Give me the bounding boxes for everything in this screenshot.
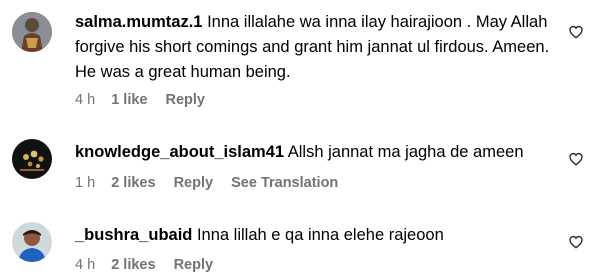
comment-username[interactable]: knowledge_about_islam41 [75,143,284,161]
reply-button[interactable]: Reply [174,174,214,192]
comment-meta: 1 h 2 likes Reply See Translation [75,174,352,192]
comment-text: salma.mumtaz.1 Inna illalahe wa inna ila… [75,10,555,85]
comment-time: 1 h [75,175,96,191]
likes-count[interactable]: 2 likes [111,174,155,192]
heart-icon[interactable] [568,24,584,40]
likes-count[interactable]: 2 likes [111,256,155,274]
comment-text: knowledge_about_islam41 Allsh jannat ma … [75,140,555,165]
comment-time: 4 h [75,257,96,273]
avatar[interactable] [12,139,52,179]
comment-body: Inna lillah e qa inna elehe rajeoon [196,226,444,244]
comment-time: 4 h [75,92,96,108]
comment-username[interactable]: _bushra_ubaid [75,226,192,244]
avatar[interactable] [12,12,52,52]
comment-body: Allsh jannat ma jagha de ameen [287,143,524,161]
avatar-image [12,139,52,179]
heart-icon[interactable] [568,151,584,167]
comment-meta: 4 h 1 like Reply [75,91,219,109]
likes-count[interactable]: 1 like [111,91,147,109]
comment-meta: 4 h 2 likes Reply [75,256,227,274]
comment-username[interactable]: salma.mumtaz.1 [75,13,202,31]
reply-button[interactable]: Reply [174,256,214,274]
avatar-image [12,12,52,52]
avatar-image [12,222,52,262]
see-translation-button[interactable]: See Translation [231,174,338,192]
heart-icon[interactable] [568,234,584,250]
comment-text: _bushra_ubaid Inna lillah e qa inna eleh… [75,223,555,248]
avatar[interactable] [12,222,52,262]
reply-button[interactable]: Reply [166,91,206,109]
